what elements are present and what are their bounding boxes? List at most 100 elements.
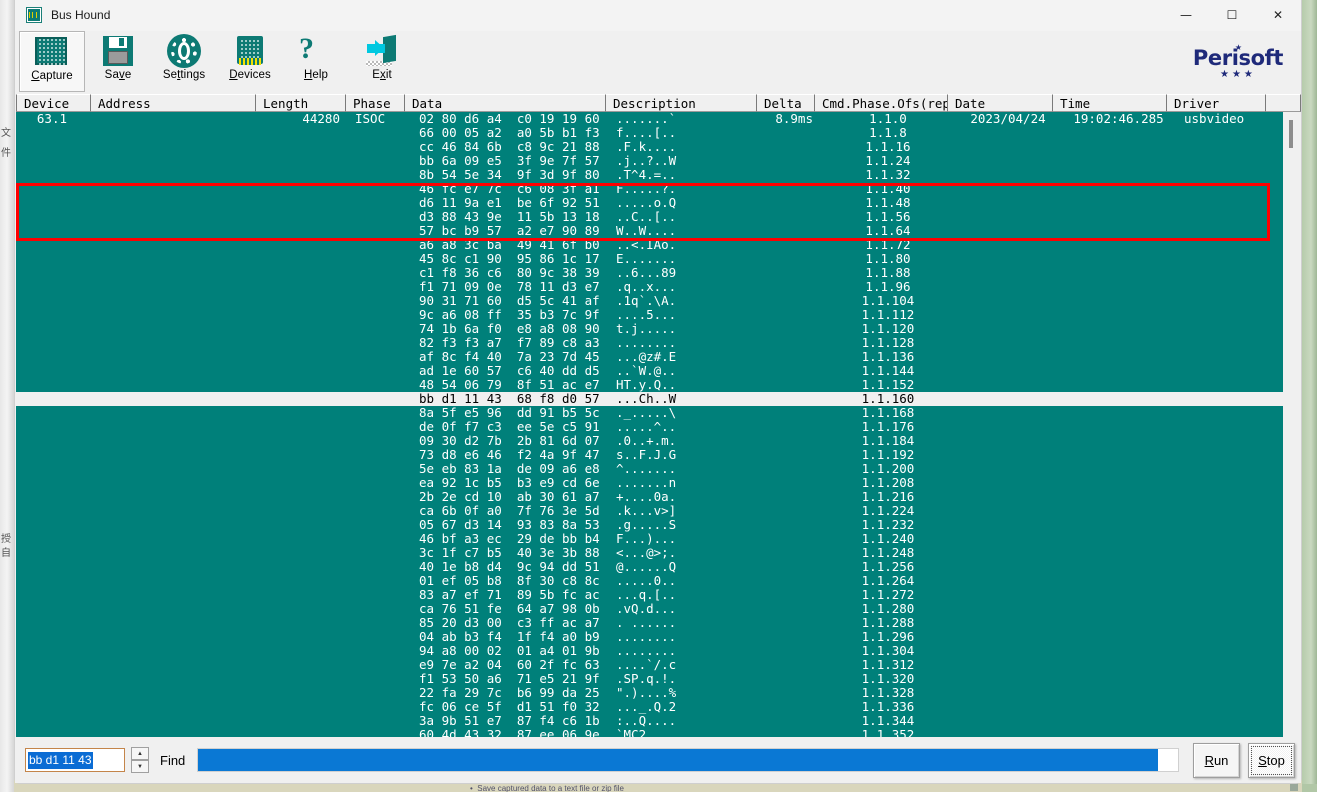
table-row[interactable]: 8a 5f e5 96 dd 91 b5 5c ._.....\ 1.1.168	[16, 406, 1300, 420]
table-row[interactable]: f1 53 50 a6 71 e5 21 9f .SP.q.!. 1.1.320	[16, 672, 1300, 686]
table-row[interactable]: bb d1 11 43 68 f8 d0 57 ...Ch..W 1.1.160	[16, 392, 1300, 406]
cell-driver	[1176, 672, 1276, 686]
table-row[interactable]: 5e eb 83 1a de 09 a6 e8 ^....... 1.1.200	[16, 462, 1300, 476]
table-row[interactable]: 40 1e b8 d4 9c 94 dd 51 @......Q 1.1.256	[16, 560, 1300, 574]
table-row[interactable]: bb 6a 09 e5 3f 9e 7f 57 .j..?..W 1.1.24	[16, 154, 1300, 168]
table-row[interactable]: f1 71 09 0e 78 11 d3 e7 .q..x... 1.1.96	[16, 280, 1300, 294]
find-input[interactable]: bb d1 11 43	[25, 748, 125, 772]
settings-button[interactable]: Settings	[151, 31, 217, 92]
column-header-description[interactable]: Description	[605, 94, 757, 112]
grid-scrollbar-thumb[interactable]	[1289, 120, 1293, 148]
table-row[interactable]: 3c 1f c7 b5 40 3e 3b 88 <...@>;. 1.1.248	[16, 546, 1300, 560]
cell-phase	[348, 322, 408, 336]
table-row[interactable]: 57 bc b9 57 a2 e7 90 89 W..W.... 1.1.64	[16, 224, 1300, 238]
table-row[interactable]: 22 fa 29 7c b6 99 da 25 ".)....% 1.1.328	[16, 686, 1300, 700]
grid-vertical-scrollbar[interactable]	[1283, 112, 1300, 737]
table-row[interactable]: ca 6b 0f a0 7f 76 3e 5d .k...v>] 1.1.224	[16, 504, 1300, 518]
table-row[interactable]: ca 76 51 fe 64 a7 98 0b .vQ.d... 1.1.280	[16, 602, 1300, 616]
devices-button[interactable]: Devices	[217, 31, 283, 92]
cell-driver	[1176, 168, 1276, 182]
cell-driver	[1176, 686, 1276, 700]
minimize-button[interactable]: —	[1163, 0, 1209, 31]
cell-date	[955, 420, 1061, 434]
table-row[interactable]: ea 92 1c b5 b3 e9 cd 6e .......n 1.1.208	[16, 476, 1300, 490]
spinner-up-button[interactable]: ▲	[131, 747, 149, 760]
table-row[interactable]: 04 ab b3 f4 1f f4 a0 b9........ 1.1.296	[16, 630, 1300, 644]
table-row[interactable]: d6 11 9a e1 be 6f 92 51 .....o.Q 1.1.48	[16, 196, 1300, 210]
table-row[interactable]: 85 20 d3 00 c3 ff ac a7 . ...... 1.1.288	[16, 616, 1300, 630]
cell-date	[955, 658, 1061, 672]
grid-rows-container[interactable]: 63.1 44280 ISOC 02 80 d6 a4 c0 19 19 60....…	[16, 112, 1300, 737]
table-row[interactable]: 45 8c c1 90 95 86 1c 17 E....... 1.1.80	[16, 252, 1300, 266]
stop-button[interactable]: Stop	[1248, 742, 1295, 778]
cell-device	[16, 448, 91, 462]
cell-date	[955, 252, 1061, 266]
capture-button[interactable]: Capture	[19, 31, 85, 92]
cell-date	[955, 560, 1061, 574]
cell-cmd: 1.1.184	[861, 434, 915, 448]
table-row[interactable]: 09 30 d2 7b 2b 81 6d 07 .0..+.m. 1.1.184	[16, 434, 1300, 448]
table-row[interactable]: fc 06 ce 5f d1 51 f0 32 ..._.Q.2 1.1.336	[16, 700, 1300, 714]
table-row[interactable]: d3 88 43 9e 11 5b 13 18 ..C..[.. 1.1.56	[16, 210, 1300, 224]
cell-data: 60 4d 43 32 87 ee 06 9e	[419, 728, 600, 737]
cell-data: 22 fa 29 7c b6 99 da 25	[419, 686, 600, 700]
cell-time	[1061, 546, 1176, 560]
column-header-delta[interactable]: Delta	[756, 94, 815, 112]
cell-data: 57 bc b9 57 a2 e7 90 89	[419, 224, 600, 238]
maximize-button[interactable]: ☐	[1209, 0, 1255, 31]
cell-desc: ........	[616, 336, 677, 350]
table-row[interactable]: 01 ef 05 b8 8f 30 c8 8c .....0.. 1.1.264	[16, 574, 1300, 588]
column-header-address[interactable]: Address	[90, 94, 256, 112]
close-button[interactable]: ✕	[1255, 0, 1301, 31]
cell-phase	[348, 266, 408, 280]
table-row[interactable]: e9 7e a2 04 60 2f fc 63 ....`/.c 1.1.312	[16, 658, 1300, 672]
table-row[interactable]: 8b 54 5e 34 9f 3d 9f 80 .T^4.=.. 1.1.32	[16, 168, 1300, 182]
cell-phase	[348, 238, 408, 252]
progress-bar-fill	[198, 749, 1159, 771]
cell-phase	[348, 378, 408, 392]
column-header-cmd-phase-ofs[interactable]: Cmd.Phase.Ofs(rep)	[814, 94, 948, 112]
column-header-time[interactable]: Time	[1052, 94, 1167, 112]
table-row[interactable]: 73 d8 e6 46 f2 4a 9f 47 s..F.J.G 1.1.192	[16, 448, 1300, 462]
table-row[interactable]: ad 1e 60 57 c6 40 dd d5 ..`W.@.. 1.1.144	[16, 364, 1300, 378]
column-header-phase[interactable]: Phase	[345, 94, 405, 112]
cell-delta	[762, 616, 821, 630]
save-button[interactable]: Save	[85, 31, 151, 92]
cell-device	[16, 182, 91, 196]
table-row[interactable]: 2b 2e cd 10 ab 30 61 a7 +....0a. 1.1.216	[16, 490, 1300, 504]
table-row[interactable]: 05 67 d3 14 93 83 8a 53 .g.....S 1.1.232	[16, 518, 1300, 532]
table-row[interactable]: 94 a8 00 02 01 a4 01 9b........ 1.1.304	[16, 644, 1300, 658]
table-row[interactable]: 90 31 71 60 d5 5c 41 af .1q`.\A. 1.1.104	[16, 294, 1300, 308]
exit-button[interactable]: Exit	[349, 31, 415, 92]
cell-desc: .F.k....	[616, 140, 677, 154]
find-spinner[interactable]: ▲ ▼	[131, 747, 149, 773]
table-row[interactable]: 3a 9b 51 e7 87 f4 c6 1b:..Q.... 1.1.344	[16, 714, 1300, 728]
column-header-date[interactable]: Date	[947, 94, 1053, 112]
cell-date	[955, 168, 1061, 182]
table-row[interactable]: 66 00 05 a2 a0 5b b1 f3 f....[.. 1.1.8	[16, 126, 1300, 140]
cell-data: ad 1e 60 57 c6 40 dd d5	[419, 364, 600, 378]
column-header-length[interactable]: Length	[255, 94, 346, 112]
table-row[interactable]: cc 46 84 6b c8 9c 21 88 .F.k.... 1.1.16	[16, 140, 1300, 154]
column-header-driver[interactable]: Driver	[1166, 94, 1266, 112]
table-row[interactable]: 82 f3 f3 a7 f7 89 c8 a3........ 1.1.128	[16, 336, 1300, 350]
run-button[interactable]: Run	[1193, 742, 1240, 778]
table-row[interactable]: af 8c f4 40 7a 23 7d 45 ...@z#.E 1.1.136	[16, 350, 1300, 364]
column-header-data[interactable]: Data	[404, 94, 606, 112]
table-row[interactable]: 60 4d 43 32 87 ee 06 9e `MC2.... 1.1.352	[16, 728, 1300, 737]
table-row[interactable]: 48 54 06 79 8f 51 ac e7 HT.y.Q.. 1.1.152	[16, 378, 1300, 392]
table-row[interactable]: 9c a6 08 ff 35 b3 7c 9f ....5... 1.1.112	[16, 308, 1300, 322]
column-header-device[interactable]: Device	[16, 94, 91, 112]
table-row[interactable]: 83 a7 ef 71 89 5b fc ac ...q.[.. 1.1.272	[16, 588, 1300, 602]
table-row[interactable]: a6 a8 3c ba 49 41 6f b0 ..<.IAo. 1.1.72	[16, 238, 1300, 252]
table-row[interactable]: 74 1b 6a f0 e8 a8 08 90 t.j..... 1.1.120	[16, 322, 1300, 336]
spinner-down-button[interactable]: ▼	[131, 760, 149, 773]
table-row[interactable]: 46 bf a3 ec 29 de bb b4 F...)... 1.1.240	[16, 532, 1300, 546]
table-row[interactable]: c1 f8 36 c6 80 9c 38 39 ..6...89 1.1.88	[16, 266, 1300, 280]
title-bar[interactable]: Bus Hound — ☐ ✕	[15, 0, 1301, 31]
table-row[interactable]: de 0f f7 c3 ee 5e c5 91 .....^.. 1.1.176	[16, 420, 1300, 434]
help-button[interactable]: ? Help	[283, 31, 349, 92]
cell-length	[257, 350, 348, 364]
table-row[interactable]: 63.1 44280 ISOC 02 80 d6 a4 c0 19 19 60....…	[16, 112, 1300, 126]
table-row[interactable]: 46 fc e7 7c c6 08 3f a1 F.....?. 1.1.40	[16, 182, 1300, 196]
